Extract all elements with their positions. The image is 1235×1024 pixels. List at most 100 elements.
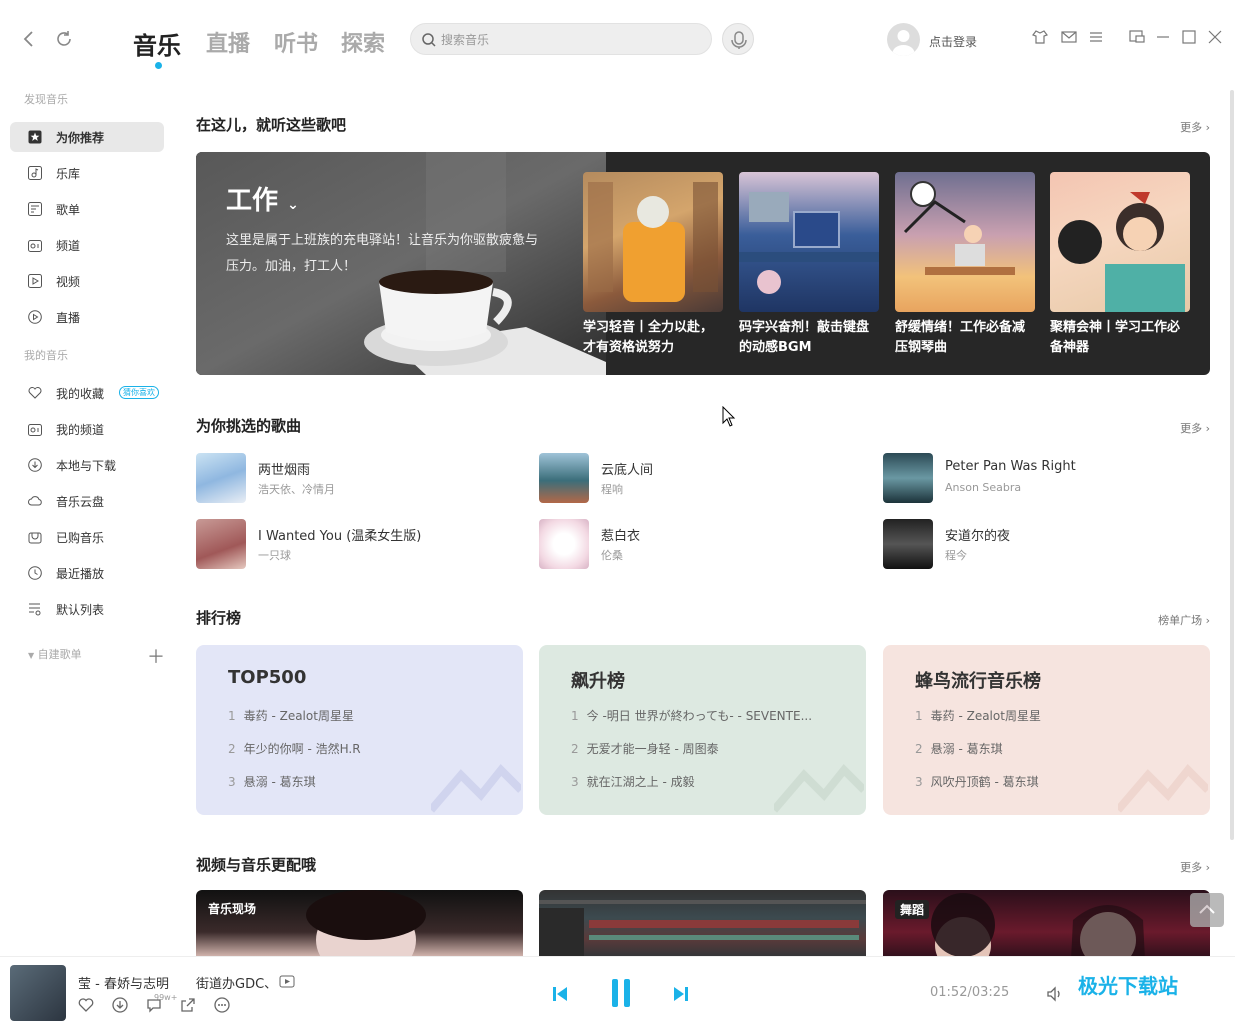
mv-icon[interactable]: [279, 973, 295, 989]
sidebar-item-playlists[interactable]: 歌单: [10, 194, 164, 224]
tab-audiobook[interactable]: 听书: [274, 26, 318, 58]
sidebar-item-my-channels[interactable]: 我的频道: [10, 414, 164, 444]
triangle-down-icon: ▼: [28, 651, 35, 660]
song-artist[interactable]: 一只球: [258, 547, 291, 563]
song-artist[interactable]: 伦桑: [601, 547, 623, 563]
rank-song: 今 -明日 世界が終わっても- - SEVENTE...: [586, 709, 813, 723]
more-label: 榜单广场: [1158, 614, 1203, 627]
radio-icon: [28, 424, 42, 436]
active-tab-indicator: [155, 62, 162, 69]
refresh-icon[interactable]: [53, 28, 75, 50]
scrollbar[interactable]: [1230, 90, 1234, 840]
rank-item[interactable]: 1 毒药 - Zealot周星星: [915, 707, 1195, 724]
rank-item[interactable]: 1 今 -明日 世界が終わっても- - SEVENTE...: [571, 707, 851, 724]
rank-num: 2: [571, 742, 579, 756]
song-cover: [883, 453, 933, 503]
pause-icon[interactable]: [609, 977, 633, 1009]
rank-item[interactable]: 1 毒药 - Zealot周星星: [228, 707, 508, 724]
song-artist[interactable]: 程今: [945, 547, 967, 563]
sidebar-item-favorites[interactable]: 我的收藏 猜你喜欢: [10, 378, 164, 408]
tab-live[interactable]: 直播: [206, 26, 250, 58]
login-link[interactable]: 点击登录: [929, 33, 977, 50]
back-icon[interactable]: [18, 28, 40, 50]
video-card[interactable]: 音乐现场: [196, 890, 523, 956]
playlist-card[interactable]: 舒缓情绪！工作必备减压钢琴曲: [895, 172, 1035, 358]
video-card[interactable]: 舞蹈: [883, 890, 1210, 956]
skin-icon[interactable]: [1031, 28, 1049, 46]
song-artist[interactable]: 程响: [601, 481, 623, 497]
more-icon[interactable]: [214, 997, 230, 1013]
song-artist[interactable]: Anson Seabra: [945, 481, 1021, 494]
more-link[interactable]: 更多 ›: [1180, 420, 1210, 436]
song-name: Peter Pan Was Right: [945, 459, 1076, 474]
song-artist[interactable]: 浩天依、冷情月: [258, 481, 335, 497]
next-icon[interactable]: [672, 985, 690, 1003]
sidebar-item-default-list[interactable]: 默认列表: [10, 594, 164, 624]
sidebar-item-label: 本地与下载: [56, 459, 117, 473]
scene-title[interactable]: 工作 ⌄: [226, 180, 299, 217]
sidebar-item-library[interactable]: 乐库: [10, 158, 164, 188]
rank-card[interactable]: 蜂鸟流行音乐榜 1 毒药 - Zealot周星星 2 悬溺 - 葛东琪 3 风吹丹顶鹤…: [883, 645, 1210, 815]
avatar[interactable]: [887, 23, 920, 56]
guess-you-like-badge[interactable]: 猜你喜欢: [119, 386, 159, 399]
song-item[interactable]: 云底人间 程响: [539, 453, 869, 503]
share-icon[interactable]: [180, 997, 196, 1013]
more-link[interactable]: 更多 ›: [1180, 859, 1210, 875]
sidebar-item-recent[interactable]: 最近播放: [10, 558, 164, 588]
sidebar-item-channels[interactable]: 频道: [10, 230, 164, 260]
sidebar-item-label: 音乐云盘: [56, 495, 105, 509]
cloud-icon: [28, 496, 42, 506]
song-cover: [883, 519, 933, 569]
rank-card[interactable]: 飙升榜 1 今 -明日 世界が終わっても- - SEVENTE... 2 无爱才能一…: [539, 645, 866, 815]
like-icon[interactable]: [78, 997, 94, 1013]
more-link[interactable]: 更多 ›: [1180, 119, 1210, 135]
search-box[interactable]: [410, 23, 712, 55]
menu-icon[interactable]: [1087, 28, 1105, 46]
playlist-card[interactable]: 学习轻音丨全力以赴，才有资格说努力: [583, 172, 723, 358]
playlist-card[interactable]: 聚精会神丨学习工作必备神器: [1050, 172, 1190, 358]
now-playing-title[interactable]: 莹 - 春娇与志明: [78, 973, 169, 992]
scene-title-text: 工作: [226, 186, 279, 216]
mini-mode-icon[interactable]: [1128, 28, 1146, 46]
download-icon[interactable]: [112, 997, 128, 1013]
tab-music[interactable]: 音乐: [133, 26, 181, 61]
mail-icon[interactable]: [1060, 28, 1078, 46]
playlist-card[interactable]: 码字兴奋剂！敲击键盘的动感BGM: [739, 172, 879, 358]
now-playing-extra-text: 街道办GDC、: [196, 977, 278, 992]
now-playing-extra[interactable]: 街道办GDC、: [196, 973, 277, 992]
sidebar-item-purchased[interactable]: 已购音乐: [10, 522, 164, 552]
tab-explore[interactable]: 探索: [341, 26, 385, 58]
voice-search-button[interactable]: [722, 23, 754, 55]
song-name: 两世烟雨: [258, 463, 311, 478]
search-input[interactable]: [441, 30, 701, 50]
close-icon[interactable]: [1206, 28, 1224, 46]
minimize-icon[interactable]: [1154, 28, 1172, 46]
back-to-top-button[interactable]: [1190, 893, 1224, 927]
chevron-right-icon: ›: [1205, 861, 1210, 874]
rank-song: 悬溺 - 葛东琪: [930, 742, 1003, 756]
sidebar-group-custom[interactable]: ▼ 自建歌单: [28, 646, 82, 662]
rank-num: 3: [915, 775, 923, 789]
song-item[interactable]: 安道尔的夜 程今: [883, 519, 1210, 569]
top-bar: 音乐 直播 听书 探索 点击登录: [0, 0, 1235, 80]
video-card[interactable]: [539, 890, 866, 956]
song-item[interactable]: Peter Pan Was Right Anson Seabra: [883, 453, 1210, 503]
now-playing-cover[interactable]: [10, 965, 66, 1021]
add-playlist-icon[interactable]: ＋: [147, 643, 165, 669]
previous-icon[interactable]: [551, 985, 569, 1003]
song-item[interactable]: 惹白衣 伦桑: [539, 519, 869, 569]
more-link[interactable]: 榜单广场 ›: [1158, 612, 1210, 628]
sidebar-item-recommend[interactable]: 为你推荐: [10, 122, 164, 152]
scene-banner: 工作 ⌄ 这里是属于上班族的充电驿站！让音乐为你驱散疲惫与压力。加油，打工人！ …: [196, 152, 1210, 375]
rank-card[interactable]: TOP500 1 毒药 - Zealot周星星 2 年少的你啊 - 浩然H.R 3悬…: [196, 645, 523, 815]
sidebar-item-label: 为你推荐: [56, 131, 105, 145]
video-tag: 音乐现场: [208, 902, 257, 916]
song-item[interactable]: I Wanted You (温柔女生版) 一只球: [196, 519, 526, 569]
sidebar-item-local-download[interactable]: 本地与下载: [10, 450, 164, 480]
sidebar-item-live[interactable]: 直播: [10, 302, 164, 332]
sidebar-item-video[interactable]: 视频: [10, 266, 164, 296]
maximize-icon[interactable]: [1180, 28, 1198, 46]
sidebar-item-cloud[interactable]: 音乐云盘: [10, 486, 164, 516]
song-item[interactable]: 两世烟雨 浩天依、冷情月: [196, 453, 526, 503]
volume-icon[interactable]: [1046, 985, 1064, 1003]
